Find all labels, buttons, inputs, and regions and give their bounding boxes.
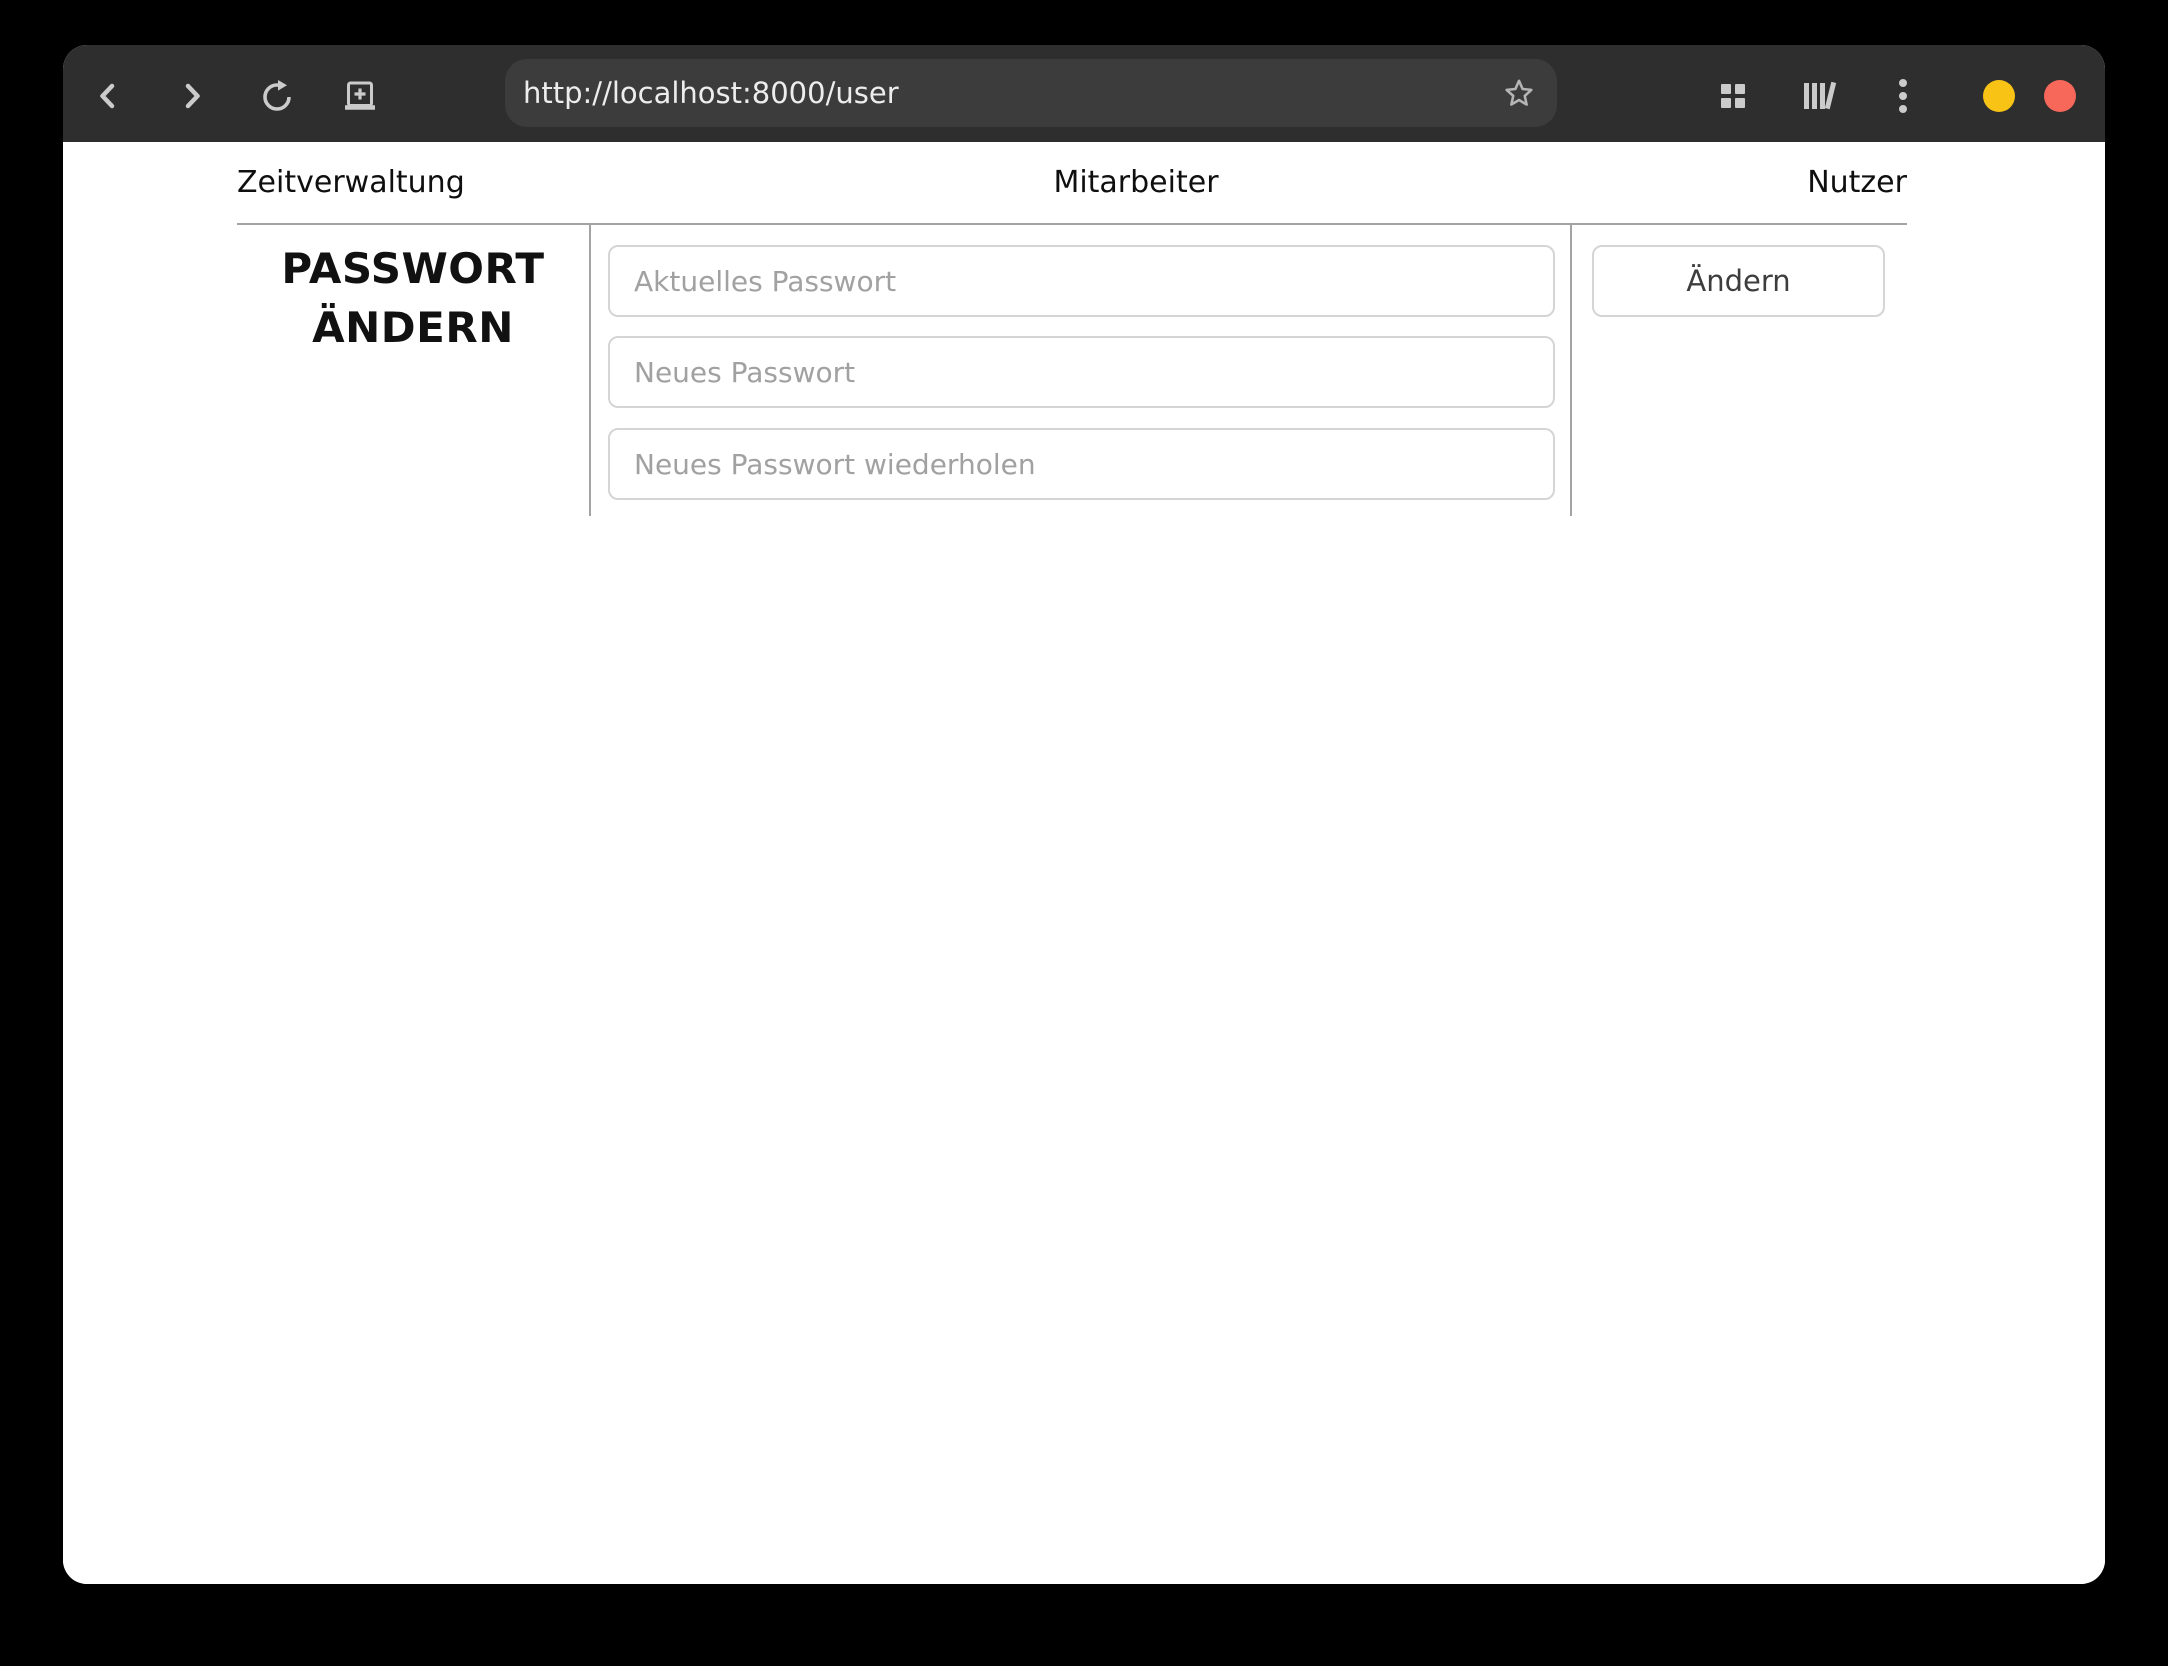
close-button[interactable]: [2044, 80, 2076, 112]
grid-icon: [1721, 84, 1745, 108]
chevron-right-icon: [176, 80, 208, 112]
change-password-button[interactable]: Ändern: [1592, 245, 1885, 317]
library-books-icon: [1803, 81, 1839, 111]
nav-item-zeitverwaltung[interactable]: Zeitverwaltung: [237, 165, 465, 200]
nav-item-nutzer[interactable]: Nutzer: [1807, 165, 1907, 200]
browser-window: Zeitverwaltung Mitarbeiter Nutzer PASSWO…: [63, 45, 2105, 1584]
main-nav: Zeitverwaltung Mitarbeiter Nutzer: [237, 142, 1907, 225]
browser-toolbar: [63, 45, 2105, 142]
nav-item-mitarbeiter[interactable]: Mitarbeiter: [1053, 165, 1218, 200]
password-form: [591, 225, 1572, 516]
library-button[interactable]: [1799, 74, 1843, 118]
repeat-new-password-input[interactable]: [608, 428, 1555, 500]
web-page: Zeitverwaltung Mitarbeiter Nutzer PASSWO…: [63, 142, 2105, 1584]
minimize-button[interactable]: [1983, 80, 2015, 112]
chevron-left-icon: [92, 80, 124, 112]
reload-icon: [259, 78, 295, 114]
page-title: PASSWORT ÄNDERN: [281, 244, 545, 352]
back-button[interactable]: [86, 74, 130, 118]
forward-button[interactable]: [170, 74, 214, 118]
menu-button[interactable]: [1881, 74, 1925, 118]
reload-button[interactable]: [255, 74, 299, 118]
new-password-input[interactable]: [608, 336, 1555, 408]
heading-cell: PASSWORT ÄNDERN: [237, 225, 591, 516]
password-change-section: PASSWORT ÄNDERN Ändern: [237, 225, 1907, 516]
vertical-dots-icon: [1898, 78, 1908, 114]
new-tab-button[interactable]: [338, 74, 382, 118]
url-input[interactable]: [523, 59, 1483, 127]
tab-overview-button[interactable]: [1711, 74, 1755, 118]
new-tab-icon: [342, 79, 378, 113]
address-bar[interactable]: [505, 59, 1557, 127]
current-password-input[interactable]: [608, 245, 1555, 317]
bookmark-star-icon[interactable]: [1501, 75, 1537, 111]
submit-cell: Ändern: [1572, 225, 1905, 516]
screen: Zeitverwaltung Mitarbeiter Nutzer PASSWO…: [0, 0, 2168, 1666]
